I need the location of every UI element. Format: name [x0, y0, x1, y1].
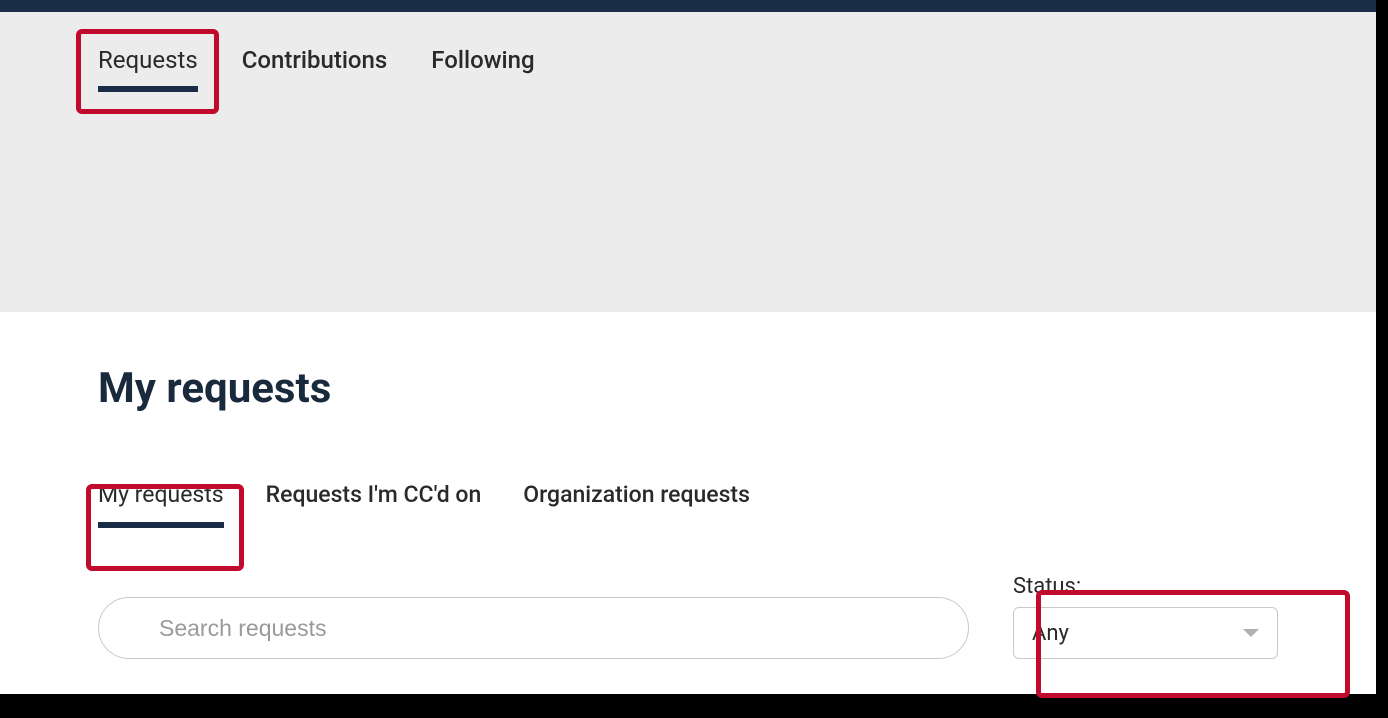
subtab-cc[interactable]: Requests I'm CC'd on [266, 481, 482, 518]
subtab-organization[interactable]: Organization requests [523, 481, 750, 518]
top-bar [0, 0, 1376, 12]
status-select[interactable]: Any [1013, 607, 1278, 659]
main-content: My requests My requests Requests I'm CC'… [0, 312, 1376, 659]
subtab-my-requests[interactable]: My requests [98, 481, 224, 518]
chevron-down-icon [1243, 629, 1259, 637]
tab-requests[interactable]: Requests [98, 46, 198, 84]
page-title: My requests [98, 364, 1278, 413]
status-value: Any [1032, 621, 1069, 646]
header-section: Requests Contributions Following [0, 12, 1376, 312]
tab-contributions[interactable]: Contributions [242, 46, 388, 84]
filter-row: Status: Any [98, 574, 1278, 659]
top-tabs: Requests Contributions Following [98, 12, 1376, 84]
tab-following[interactable]: Following [431, 46, 534, 84]
status-label: Status: [1013, 574, 1278, 599]
sub-tabs: My requests Requests I'm CC'd on Organiz… [98, 481, 1278, 518]
search-input[interactable] [98, 597, 969, 659]
status-filter-group: Status: Any [1013, 574, 1278, 659]
